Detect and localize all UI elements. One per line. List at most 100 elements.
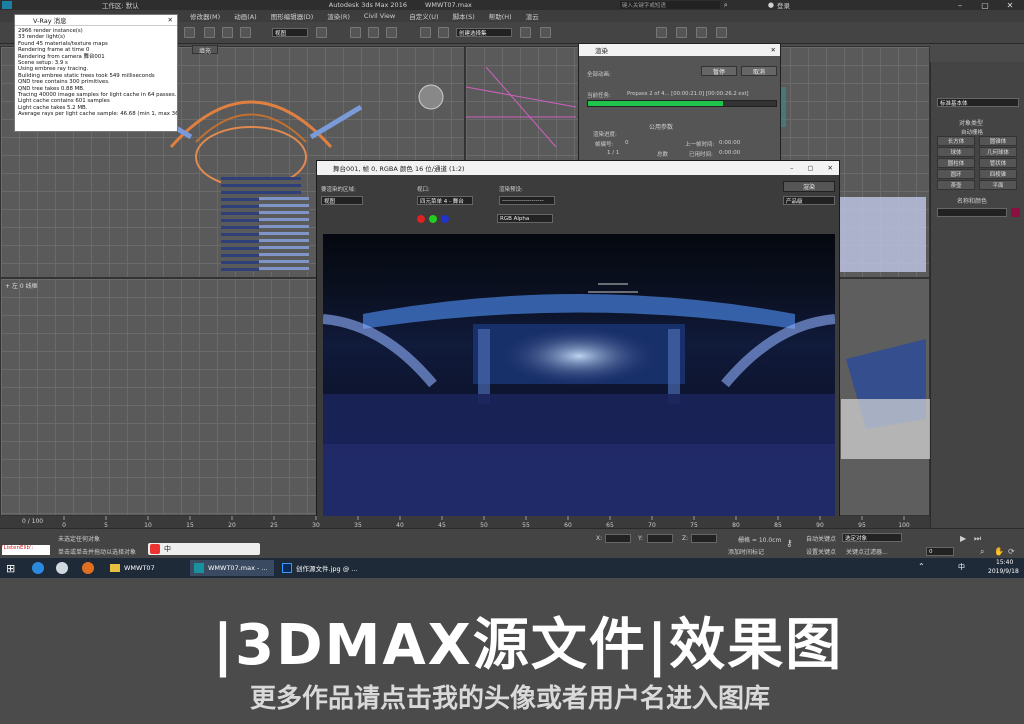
key-icon[interactable]: ⚷	[786, 539, 793, 549]
close-button[interactable]: ✕	[1000, 0, 1020, 10]
rendered-frame-window[interactable]: 舞台001, 帧 0, RGBA 颜色 16 位/通道 (1:2) – ▢ ✕ …	[316, 160, 840, 524]
tray-up-icon[interactable]: ⌃	[918, 562, 925, 571]
ie-icon[interactable]	[32, 562, 44, 574]
mirror-icon[interactable]	[420, 27, 431, 38]
sogou-icon[interactable]	[150, 544, 160, 554]
menu-item-animation[interactable]: 动画(A)	[234, 11, 257, 21]
selected-object-dropdown[interactable]: 选定对象	[842, 533, 902, 542]
green-channel-icon[interactable]	[429, 215, 437, 223]
material-editor-icon[interactable]	[656, 27, 667, 38]
x-coord-field[interactable]	[605, 534, 631, 543]
box-button[interactable]: 长方体	[937, 136, 975, 146]
zoom-icon[interactable]: ⌕	[980, 547, 984, 557]
preset-dropdown[interactable]: ---------------------	[499, 196, 555, 205]
fill-button[interactable]: 填充	[192, 45, 218, 55]
red-channel-icon[interactable]	[417, 215, 425, 223]
frame-counter[interactable]: 0 / 100	[22, 518, 43, 525]
windows-start-icon[interactable]: ⊞	[6, 562, 15, 575]
next-frame-icon[interactable]: ⏭	[974, 534, 981, 544]
pyramid-button[interactable]: 四棱锥	[979, 169, 1017, 179]
add-time-tag[interactable]: 添加时间标记	[728, 547, 764, 556]
channel-dropdown[interactable]: RGB Alpha	[497, 214, 553, 223]
firefox-icon[interactable]	[82, 562, 94, 574]
plane-button[interactable]: 平面	[979, 180, 1017, 190]
object-color-swatch[interactable]	[1011, 208, 1020, 217]
area-dropdown[interactable]: 视图	[321, 196, 363, 205]
menu-item-scripting[interactable]: 脚本(S)	[453, 11, 475, 21]
rendered-frame-window-icon[interactable]	[696, 27, 707, 38]
menu-item-help[interactable]: 帮助(H)	[489, 11, 512, 21]
select-rotate-icon[interactable]	[222, 27, 233, 38]
login-link[interactable]: 登录	[777, 0, 790, 10]
workspace-label[interactable]: 工作区: 默认	[102, 0, 139, 10]
clock-time[interactable]: 15:40	[996, 559, 1013, 566]
frame-minimize-icon[interactable]: –	[790, 164, 793, 172]
orbit-icon[interactable]: ⟳	[1008, 547, 1015, 556]
y-coord-field[interactable]	[647, 534, 673, 543]
menu-item-rendering[interactable]: 渲染(R)	[327, 11, 350, 21]
named-selection-dropdown[interactable]: 创建选择集	[456, 28, 512, 37]
frame-window-title-bar[interactable]: 舞台001, 帧 0, RGBA 颜色 16 位/通道 (1:2) – ▢ ✕	[317, 161, 839, 175]
vray-close-icon[interactable]: ✕	[168, 16, 173, 24]
taskbar-item-folder[interactable]: WMWT07	[106, 560, 186, 576]
select-scale-icon[interactable]	[240, 27, 251, 38]
select-move-icon[interactable]	[204, 27, 215, 38]
clock-date[interactable]: 2019/9/18	[988, 568, 1019, 575]
reference-coordinate-dropdown[interactable]: 视图	[272, 28, 308, 37]
blue-channel-icon[interactable]	[441, 215, 449, 223]
vray-messages-window[interactable]: V-Ray 消息 ✕ 2966 render instance(s) 33 re…	[14, 14, 178, 132]
object-name-input[interactable]	[937, 208, 1007, 217]
maximize-button[interactable]: ▢	[975, 0, 995, 10]
z-coord-field[interactable]	[691, 534, 717, 543]
cylinder-button[interactable]: 圆柱体	[937, 158, 975, 168]
app-logo-icon[interactable]	[2, 1, 12, 9]
taskbar-item-3dsmax[interactable]: WMWT07.max - ...	[190, 560, 274, 576]
play-icon[interactable]: ▶	[960, 534, 966, 543]
set-key-button[interactable]: 设置关键点	[806, 547, 836, 556]
render-production-icon[interactable]	[716, 27, 727, 38]
maxscript-listener[interactable]: 'ListenElib':	[2, 545, 50, 555]
render-progress-dialog[interactable]: 渲染 ✕ 暂停 取消 全部动画: 当前任务: Prepass 2 of 4...…	[578, 43, 781, 162]
torus-button[interactable]: 圆环	[937, 169, 975, 179]
align-icon[interactable]	[438, 27, 449, 38]
percent-snap-icon[interactable]	[386, 27, 397, 38]
menu-item-graph-editors[interactable]: 图形编辑器(D)	[271, 11, 314, 21]
quality-dropdown[interactable]: 产品级	[783, 196, 835, 205]
tray-ime[interactable]: 中	[958, 562, 965, 572]
minimize-button[interactable]: –	[950, 0, 970, 10]
schematic-view-icon[interactable]	[540, 27, 551, 38]
angle-snap-icon[interactable]	[368, 27, 379, 38]
taskbar-item-photoshop[interactable]: 创作源文件.jpg @ ...	[278, 560, 362, 576]
menu-item-modifiers[interactable]: 修改器(M)	[190, 11, 220, 21]
user-icon[interactable]: ●	[768, 1, 774, 9]
snap-toggle-icon[interactable]	[350, 27, 361, 38]
auto-grid-checkbox[interactable]: 自动栅格	[961, 128, 983, 136]
vray-title-bar[interactable]: V-Ray 消息 ✕	[15, 15, 177, 26]
pan-icon[interactable]: ✋	[994, 547, 1004, 556]
timeline[interactable]: 0 / 100 0 5 10 15 20 25 30 35 40 45 50 55 60 65 70 75 80…	[0, 516, 930, 528]
teapot-button[interactable]: 茶壶	[937, 180, 975, 190]
geosphere-button[interactable]: 几何球体	[979, 147, 1017, 157]
frame-maximize-icon[interactable]: ▢	[807, 164, 813, 172]
curve-editor-icon[interactable]	[520, 27, 531, 38]
render-dialog-title-bar[interactable]: 渲染 ✕	[579, 44, 780, 56]
render-setup-icon[interactable]	[676, 27, 687, 38]
auto-key-button[interactable]: 自动关键点	[806, 534, 836, 543]
menu-item-customize[interactable]: 自定义(U)	[409, 11, 438, 21]
frame-close-icon[interactable]: ✕	[828, 164, 833, 172]
current-frame-field[interactable]: 0	[926, 547, 954, 556]
search-icon[interactable]: ⌕	[724, 1, 728, 10]
search-input[interactable]: 键入关键字或短语	[619, 1, 720, 9]
pause-button[interactable]: 暂停	[701, 66, 737, 76]
viewport-dropdown[interactable]: 四元菜单 4 - 舞台	[417, 196, 473, 205]
ime-mode[interactable]: 中	[164, 544, 171, 554]
key-filters-button[interactable]: 关键点过滤器...	[846, 547, 888, 556]
tube-button[interactable]: 管状体	[979, 158, 1017, 168]
cone-button[interactable]: 圆锥体	[979, 136, 1017, 146]
network-app-icon[interactable]	[56, 562, 68, 574]
render-button[interactable]: 渲染	[783, 181, 835, 192]
render-dialog-close-icon[interactable]: ✕	[771, 46, 776, 54]
pivot-icon[interactable]	[316, 27, 327, 38]
menu-item-cloud-render[interactable]: 渲云	[526, 11, 539, 21]
menu-item-civil-view[interactable]: Civil View	[364, 12, 395, 20]
